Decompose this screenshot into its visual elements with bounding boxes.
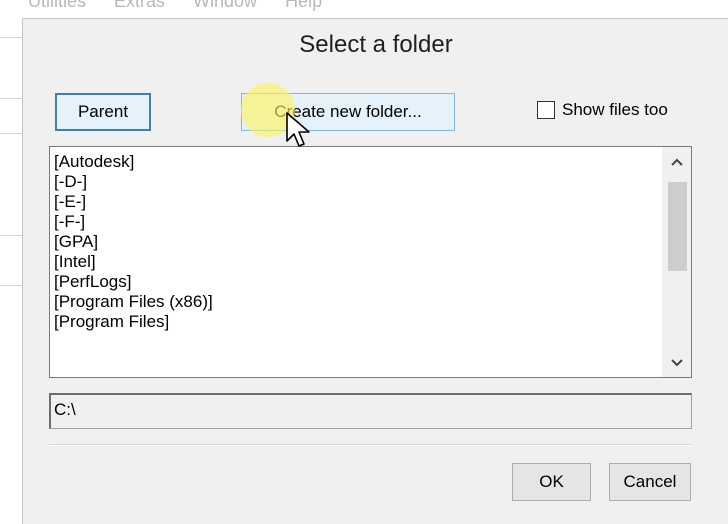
menu-utilities[interactable]: Utilities [28, 0, 86, 11]
background-divider [0, 235, 22, 236]
chevron-up-icon [670, 158, 683, 166]
background-divider [0, 98, 22, 99]
parent-button[interactable]: Parent [55, 93, 151, 131]
scroll-thumb[interactable] [668, 182, 687, 271]
folder-listbox[interactable]: [Autodesk] [-D-] [-E-] [-F-] [GPA] [Inte… [49, 146, 692, 378]
folder-item[interactable]: [Program Files (x86)] [54, 292, 659, 312]
button-separator [49, 444, 692, 446]
scroll-up-button[interactable] [662, 147, 691, 176]
folder-list: [Autodesk] [-D-] [-E-] [-F-] [GPA] [Inte… [54, 152, 659, 332]
select-folder-dialog: Select a folder Parent Create new folder… [22, 18, 728, 524]
menu-window[interactable]: Window [193, 0, 257, 11]
ok-button[interactable]: OK [512, 463, 591, 501]
folder-item[interactable]: [-D-] [54, 172, 659, 192]
show-files-label: Show files too [562, 100, 668, 119]
chevron-down-icon [670, 358, 683, 366]
menu-help[interactable]: Help [285, 0, 322, 11]
folder-item[interactable]: [Intel] [54, 252, 659, 272]
folder-item[interactable]: [-E-] [54, 192, 659, 212]
background-divider [0, 133, 22, 134]
cancel-button[interactable]: Cancel [609, 463, 691, 501]
background-menubar: Utilities Extras Window Help [28, 0, 322, 11]
scroll-down-button[interactable] [662, 348, 691, 377]
show-files-checkbox[interactable] [537, 101, 555, 119]
folder-path-field[interactable]: C:\ [49, 393, 692, 429]
folder-item[interactable]: [GPA] [54, 232, 659, 252]
dialog-title: Select a folder [299, 31, 453, 58]
background-divider [0, 37, 22, 38]
mouse-pointer-icon [286, 112, 310, 147]
background-divider [0, 285, 22, 286]
menu-extras[interactable]: Extras [114, 0, 165, 11]
folder-item[interactable]: [Program Files] [54, 312, 659, 332]
folder-item[interactable]: [-F-] [54, 212, 659, 232]
folder-item[interactable]: [Autodesk] [54, 152, 659, 172]
folder-item[interactable]: [PerfLogs] [54, 272, 659, 292]
show-files-toggle[interactable]: Show files too [537, 100, 668, 120]
vertical-scrollbar[interactable] [662, 147, 691, 377]
